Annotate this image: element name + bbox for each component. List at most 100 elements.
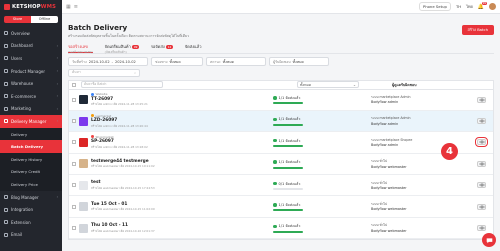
create-batch-button[interactable]: สร้าง Batch xyxy=(461,25,494,35)
shop-switch[interactable]: Store Offline xyxy=(4,16,58,23)
row-checkbox[interactable] xyxy=(72,183,76,188)
table-row[interactable]: Thu 10 Oct - 11 สร้างโดย webmaster เมื่อ … xyxy=(69,218,493,240)
batch-name[interactable]: Thu 10 Oct - 11 xyxy=(91,223,273,228)
search-input[interactable]: ค้นหา ⌕ xyxy=(68,68,140,77)
grid-icon[interactable]: ▦ xyxy=(66,4,71,10)
logo-mark-icon xyxy=(4,4,10,10)
table-row[interactable]: test สร้างโดย webmaster เมื่อ 2024-10-15 … xyxy=(69,175,493,197)
shop-switch-store[interactable]: Store xyxy=(4,16,31,23)
view-details-button[interactable] xyxy=(477,96,486,103)
table-row[interactable]: Lazmarket LZD-26097 สร้างโดย admin เมื่อ 2… xyxy=(69,110,493,133)
view-details-button[interactable] xyxy=(477,225,486,232)
chat-button[interactable] xyxy=(482,233,496,247)
row-checkbox[interactable] xyxy=(72,226,76,231)
page-subtitle: สร้างรอบจัดส่งพัสดุหลายชิ้นในครั้งเดียว … xyxy=(68,34,190,38)
sidebar-subitem[interactable]: Delivery History xyxy=(0,152,62,166)
batch-meta: สร้างโดย admin เมื่อ 2024-11-28 13:20:44 xyxy=(91,123,148,128)
sidebar-item[interactable]: Email xyxy=(0,229,62,242)
users-icon xyxy=(4,56,8,61)
batch-name[interactable]: SP-26097 xyxy=(91,139,273,144)
sidebar-item[interactable]: Overview xyxy=(0,27,62,40)
brand-logo[interactable]: KETSHOPWMS xyxy=(0,0,62,14)
responsible-filter[interactable]: ผู้รับผิดชอบ ทั้งหมด xyxy=(269,57,329,66)
table-row[interactable]: Shopmarket SP-26097 สร้างโดย admin เมื่อ 2… xyxy=(69,132,493,154)
sidebar-subitem[interactable]: Delivery Credit xyxy=(0,165,62,179)
row-checkbox[interactable] xyxy=(72,161,76,166)
sidebar-subitem[interactable]: Delivery xyxy=(0,127,62,141)
eye-icon xyxy=(478,119,485,123)
view-details-button[interactable] xyxy=(474,136,489,148)
eye-icon xyxy=(478,226,485,230)
table-row[interactable]: Tue 15 Oct - 01 สร้างโดย webmaster เมื่อ … xyxy=(69,196,493,218)
batch-name[interactable]: TT-26097 xyxy=(91,97,273,102)
status-filter[interactable]: สถานะ ทั้งหมด xyxy=(206,57,266,66)
view-details-button[interactable] xyxy=(477,182,486,189)
page-title: Batch Delivery xyxy=(68,23,128,32)
batch-thumbnail xyxy=(79,223,88,233)
batch-name[interactable]: test xyxy=(91,180,273,185)
sidebar-item-label: Overview xyxy=(11,30,30,36)
shop-switch-offline[interactable]: Offline xyxy=(31,16,58,23)
status-tabs: รอสร้างเลข (รอสร้างหมายเลข) จัดเตรียมสินค้… xyxy=(68,41,494,54)
main-content: Batch Delivery สร้างรอบจัดส่งพัสดุหลายชิ… xyxy=(62,14,500,251)
batch-thumbnail xyxy=(79,95,88,105)
status-tab[interactable]: รอสร้างเลข (รอสร้างหมายเลข) xyxy=(68,41,93,54)
bell-icon[interactable]: 🔔 99 xyxy=(478,1,487,10)
row-checkbox[interactable] xyxy=(72,204,76,209)
sidebar-subitem[interactable]: Batch Delivery xyxy=(0,140,62,153)
select-all-checkbox[interactable] xyxy=(72,82,76,87)
responsible-name: Bodyflow webmaster xyxy=(371,207,407,212)
sidebar-item[interactable]: Blog Manager › xyxy=(0,191,62,204)
status-column-select[interactable]: ทั้งหมด ⌄ xyxy=(297,81,359,88)
chevron-right-icon: › xyxy=(56,94,58,99)
sidebar-item[interactable]: Dashboard › xyxy=(0,40,62,53)
delivery-status: 1/1 จัดส่งแล้ว xyxy=(273,159,371,169)
responsible-cell: ระบบ ทั่วไป Bodyflow webmaster xyxy=(371,202,481,212)
row-checkbox[interactable] xyxy=(72,140,76,145)
batch-name[interactable]: LZD-26097 xyxy=(91,118,273,123)
delivery-progress-bar xyxy=(273,123,303,126)
sidebar-item-label: Warehouse xyxy=(11,81,34,87)
table-row[interactable]: Website TT-26097 สร้างโดย admin เมื่อ 2024… xyxy=(69,90,493,111)
currency-selector[interactable]: ไทย xyxy=(466,4,473,10)
sidebar-item[interactable]: Delivery Manager › xyxy=(0,115,62,128)
topbar: ▦ ≡ Phone Setup TH ไทย 🔔 99 xyxy=(62,0,500,14)
row-checkbox[interactable] xyxy=(72,119,76,124)
sidebar-item[interactable]: E-commerce › xyxy=(0,90,62,103)
chevron-right-icon: › xyxy=(56,56,58,61)
sidebar-item[interactable]: Extension xyxy=(0,216,62,229)
language-selector[interactable]: TH xyxy=(456,4,461,9)
view-details-button[interactable] xyxy=(477,118,486,125)
status-tab[interactable]: จัดเตรียมสินค้า 99 (จัดเตรียมสินค้า) xyxy=(105,41,139,54)
table-row[interactable]: testmerge44 testmerge สร้างโดย webmaster … xyxy=(69,154,493,176)
blog-icon xyxy=(4,195,8,200)
row-checkbox[interactable] xyxy=(72,97,76,102)
responsible-column-header: ผู้ดูแลรับผิดชอบ xyxy=(392,82,417,87)
delivery-status: 1/1 จัดส่งแล้ว xyxy=(273,223,371,233)
delivery-progress-bar xyxy=(273,102,303,105)
responsible-name: Bodyflow webmaster xyxy=(371,164,407,169)
menu-icon[interactable]: ≡ xyxy=(74,4,78,10)
status-tab[interactable]: จัดส่งแล้ว xyxy=(185,41,202,53)
batch-thumbnail xyxy=(79,180,88,190)
sidebar-item[interactable]: Warehouse › xyxy=(0,77,62,90)
channel-filter[interactable]: ช่องทาง ทั้งหมด xyxy=(151,57,203,66)
store-selector[interactable]: Phone Setup xyxy=(418,2,451,11)
sidebar-item[interactable]: Integration xyxy=(0,203,62,216)
sidebar-item[interactable]: Marketing › xyxy=(0,103,62,116)
user-avatar[interactable] xyxy=(489,3,496,10)
batch-name-search[interactable]: ค้นหาชื่อ Batch xyxy=(81,81,163,88)
view-details-button[interactable] xyxy=(477,203,486,210)
sidebar-item[interactable]: Users › xyxy=(0,52,62,65)
date-range-filter[interactable]: วันที่สร้าง 2024-10-02 - 2024-10-02 xyxy=(68,57,148,66)
eye-icon xyxy=(478,141,485,144)
sidebar-item-label: Product Manager xyxy=(11,68,45,74)
sidebar-item-label: E-commerce xyxy=(11,93,37,99)
view-details-button[interactable] xyxy=(477,160,486,167)
chevron-down-icon: ⌄ xyxy=(352,82,356,87)
batch-name[interactable]: testmerge44 testmerge xyxy=(91,159,273,164)
status-tab[interactable]: รอจัดส่ง 12 xyxy=(151,41,173,53)
sidebar-subitem[interactable]: Delivery Price xyxy=(0,178,62,191)
batch-name[interactable]: Tue 15 Oct - 01 xyxy=(91,202,273,207)
sidebar-item[interactable]: Product Manager › xyxy=(0,65,62,78)
